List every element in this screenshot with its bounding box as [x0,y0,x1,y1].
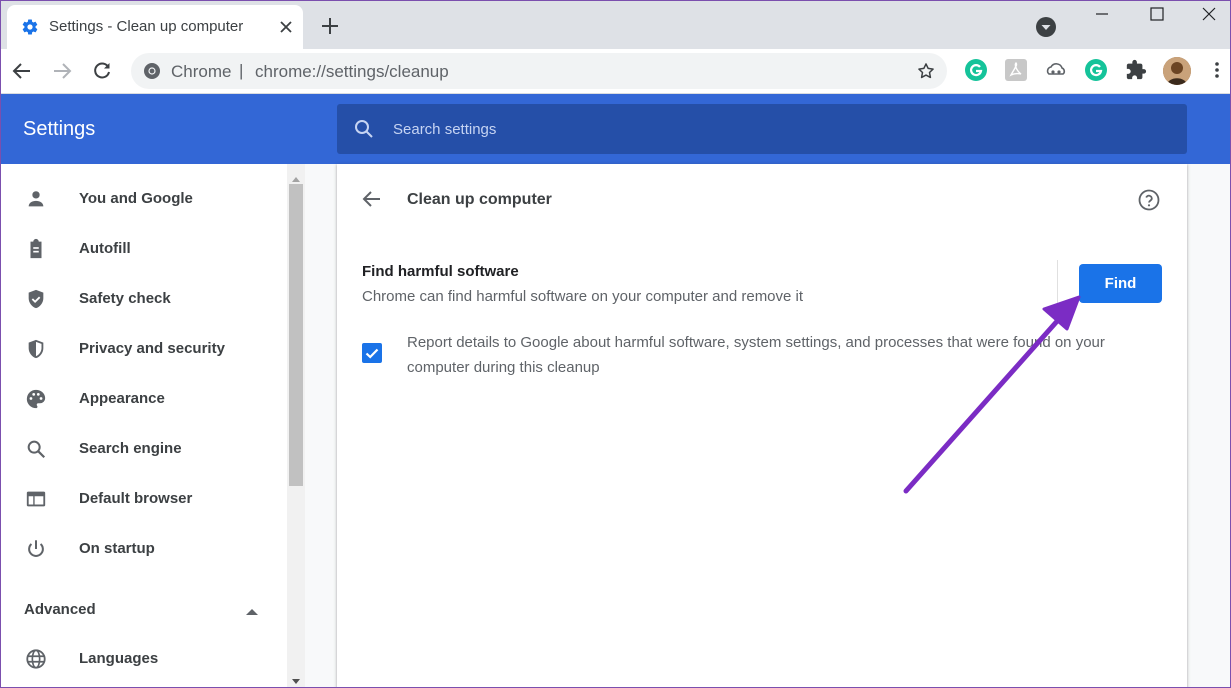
sidebar-item-label: Search engine [79,440,182,457]
pdf-extension-icon[interactable] [1005,59,1027,81]
report-details-checkbox[interactable] [362,343,382,363]
tab-settings[interactable]: Settings - Clean up computer [7,5,303,49]
maximize-icon[interactable] [1147,5,1167,23]
sidebar-scrollbar[interactable] [287,164,305,687]
chrome-logo-icon[interactable] [143,62,161,80]
back-arrow-icon[interactable] [11,60,33,82]
sidebar-item-label: You and Google [79,190,193,207]
sidebar-item-label: On startup [79,540,155,557]
settings-sidebar: You and Google Autofill Safety check Pri… [1,164,287,687]
browser-window: Settings - Clean up computer Chrome | ch… [0,0,1231,688]
sidebar-item-safety-check[interactable]: Safety check [1,276,281,322]
advanced-section-toggle[interactable]: Advanced [1,590,281,630]
report-details-label: Report details to Google about harmful s… [407,334,1105,376]
sidebar-item-autofill[interactable]: Autofill [1,226,281,272]
sidebar-item-languages[interactable]: Languages [1,636,281,682]
scroll-up-arrow-icon[interactable] [291,170,301,182]
bookmark-star-icon[interactable] [916,61,936,81]
close-window-icon[interactable] [1199,5,1219,23]
grammarly-extension-icon[interactable] [965,59,987,81]
cleanup-card: Clean up computer Find harmful software … [337,164,1187,687]
advanced-label: Advanced [24,601,96,618]
collapse-arrow-icon [245,604,259,615]
omnibox-url[interactable]: chrome://settings/cleanup [255,62,449,82]
find-harmful-description: Chrome can find harmful software on your… [362,288,804,305]
sidebar-item-default-browser[interactable]: Default browser [1,476,281,522]
shield-check-icon [25,288,47,310]
sidebar-item-you-and-google[interactable]: You and Google [1,176,281,222]
sidebar-item-privacy-and-security[interactable]: Privacy and security [1,326,281,372]
settings-search-bar[interactable] [337,104,1187,154]
section-title: Clean up computer [407,191,552,208]
sidebar-item-label: Safety check [79,290,171,307]
tab-strip: Settings - Clean up computer [1,1,1230,49]
settings-header: Settings [1,94,1230,164]
scroll-down-arrow-icon[interactable] [291,673,301,684]
sidebar-item-on-startup[interactable]: On startup [1,526,281,572]
settings-gear-icon [21,18,39,36]
link-extension-icon[interactable] [1045,59,1067,81]
omnibox-separator: | [239,61,244,80]
new-tab-icon[interactable] [319,15,341,37]
reload-icon[interactable] [91,60,113,82]
minimize-icon[interactable] [1091,7,1113,21]
sidebar-item-label: Appearance [79,390,165,407]
back-arrow-icon[interactable] [361,188,383,210]
sidebar-item-label: Default browser [79,490,193,507]
sidebar-item-search-engine[interactable]: Search engine [1,426,281,472]
address-bar[interactable]: Chrome | chrome://settings/cleanup [131,53,947,89]
sidebar-item-label: Privacy and security [79,340,225,357]
grammarly-g-icon[interactable] [1085,59,1107,81]
help-icon[interactable] [1137,188,1161,212]
find-harmful-title: Find harmful software [362,263,519,280]
forward-arrow-icon[interactable] [51,60,73,82]
sidebar-item-appearance[interactable]: Appearance [1,376,281,422]
row-divider [1057,260,1058,306]
clipboard-icon [25,238,47,260]
page-title: Settings [23,118,96,140]
search-icon [25,438,47,460]
shield-half-icon [25,338,47,360]
palette-icon [25,388,47,410]
profile-avatar[interactable] [1163,57,1191,85]
globe-icon [25,648,47,670]
omnibox-origin: Chrome [171,62,232,81]
search-settings-input[interactable] [393,104,1153,154]
power-icon [25,538,47,560]
find-button[interactable]: Find [1079,264,1162,303]
close-tab-icon[interactable] [277,18,295,36]
sidebar-item-label: Languages [79,650,159,667]
tab-search-dropdown-icon[interactable] [1035,16,1057,38]
tab-title: Settings - Clean up computer [49,18,244,35]
person-icon [25,188,47,210]
browser-icon [25,488,47,510]
sidebar-item-label: Autofill [79,240,131,257]
scrollbar-thumb[interactable] [289,184,303,486]
extensions-puzzle-icon[interactable] [1125,59,1147,81]
more-menu-icon[interactable] [1207,59,1227,81]
search-icon [353,118,375,140]
